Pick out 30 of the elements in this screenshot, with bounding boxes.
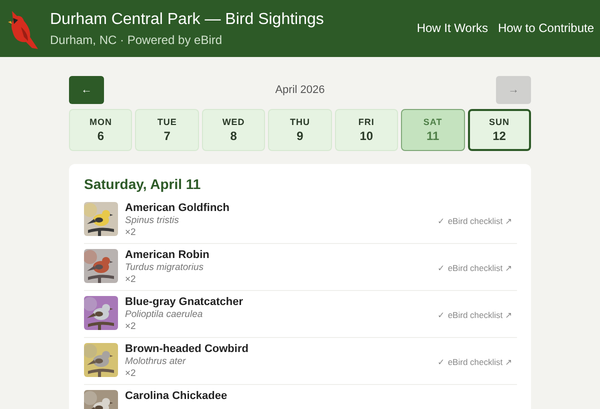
bird-name: American Goldfinch [125,202,231,215]
day-tab[interactable]: FRI 10 [334,109,398,151]
day-tab[interactable]: THU 9 [268,109,332,151]
checklist-link[interactable]: ✓ eBird checklist ↗ [437,216,513,226]
scientific-name: Spinus tristis [125,215,180,227]
checklist-link[interactable]: ✓ eBird checklist ↗ [437,262,513,272]
day-tab[interactable]: MON 6 [69,109,132,151]
bird-count: ×2 [125,274,137,286]
bird-name: Brown-headed Cowbird [125,343,250,356]
previous-button[interactable]: ← [69,76,104,104]
day-tab[interactable]: WED 8 [202,109,266,151]
scientific-name: Polioptila caerulea [125,309,204,321]
checklist-link[interactable]: ✓ eBird checklist ↗ [437,356,513,366]
scientific-name: Molothrus ater [125,356,187,368]
day-tab[interactable]: TUE 7 [135,109,199,151]
month-label: April 2026 [275,84,325,96]
scientific-name: Turdus migratorius [125,262,204,274]
bird-count: ×2 [125,368,137,380]
checklist-link[interactable]: ✓ eBird checklist ↗ [437,310,513,320]
nav-link[interactable]: How to Contribute [498,20,594,34]
site-title: Durham Central Park — Bird Sightings [50,10,325,30]
day-tab[interactable]: SUN 12 [468,109,531,151]
bird-name: Blue-gray Gnatcatcher [125,296,244,309]
bird-name: Carolina Chickadee [125,390,228,403]
bird-name: American Robin [125,249,210,262]
site-subtitle: Durham, NC · Powered by eBird [50,32,224,48]
bird-count: ×2 [125,227,137,239]
bird-count: ×2 [125,321,137,333]
nav-link[interactable]: How It Works [416,20,488,34]
day-heading: Saturday, April 11 [84,176,202,193]
